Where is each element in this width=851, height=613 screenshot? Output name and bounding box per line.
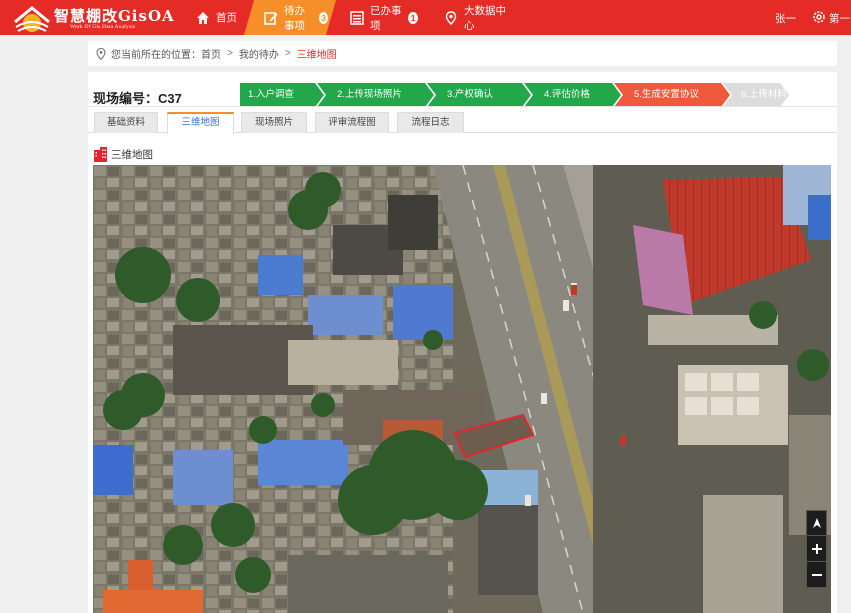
nav-bigdata[interactable]: 大数据中心 <box>424 0 524 35</box>
section-title: 三维地图 <box>111 149 153 161</box>
tab-3d-map[interactable]: 三维地图 <box>167 112 234 134</box>
todo-count-badge: 3 <box>319 12 328 24</box>
tab-bar: 基础资料 三维地图 现场照片 评审流程图 流程日志 <box>88 110 837 134</box>
done-count-badge: 1 <box>408 11 418 24</box>
top-bar: 智慧棚改GisOA Work Of Gis Data Analysis 首页 待… <box>0 0 851 35</box>
brand-title: 智慧棚改GisOA <box>54 7 175 25</box>
logo-icon <box>14 6 50 32</box>
breadcrumb-item-todo[interactable]: 我的待办 <box>239 46 279 61</box>
nav-home[interactable]: 首页 <box>176 0 248 35</box>
nav-home-label: 首页 <box>216 12 237 24</box>
edit-icon <box>264 11 278 25</box>
nav-todo[interactable]: 待办事项 3 <box>244 0 336 35</box>
aerial-map[interactable] <box>93 165 831 613</box>
aerial-imagery <box>93 165 831 613</box>
brand-subtitle: Work Of Gis Data Analysis <box>70 24 136 30</box>
page-title: 现场编号：C37 <box>93 91 182 106</box>
home-icon <box>196 11 210 25</box>
step-4[interactable]: 4.评估价格 <box>524 83 621 107</box>
location-pin-icon <box>96 47 106 60</box>
breadcrumb-prefix[interactable]: 您当前所在的位置：首页 <box>111 46 221 61</box>
nav-todo-label: 待办事项 <box>284 4 305 32</box>
tab-basic-info[interactable]: 基础资料 <box>94 112 158 133</box>
breadcrumb-separator: > <box>284 48 291 59</box>
step-1[interactable]: 1.入户调查 <box>240 83 324 107</box>
map-controls <box>806 510 827 588</box>
step-3[interactable]: 3.产权确认 <box>427 83 531 107</box>
divider <box>88 106 837 107</box>
main-card: 现场编号：C37 1.入户调查 2.上传现场照片 3.产权确认 4.评估价格 5… <box>88 72 837 613</box>
step-6[interactable]: 6.上传材料 <box>723 83 789 107</box>
nav-done-label: 已办事项 <box>370 4 402 32</box>
user-name[interactable]: 张一 <box>775 11 796 26</box>
gear-icon[interactable] <box>812 10 826 24</box>
step-2[interactable]: 2.上传现场照片 <box>317 83 434 107</box>
nav-bigdata-label: 大数据中心 <box>464 4 506 32</box>
nav-done[interactable]: 已办事项 1 <box>330 0 426 35</box>
zoom-out-icon[interactable] <box>806 562 827 588</box>
zoom-in-icon[interactable] <box>806 536 827 562</box>
tab-process-log[interactable]: 流程日志 <box>397 112 464 133</box>
breadcrumb-current: 三维地图 <box>296 50 337 61</box>
location-pin-icon <box>444 10 458 25</box>
tab-review-flow[interactable]: 评审流程图 <box>315 112 389 133</box>
breadcrumb-separator: > <box>227 48 233 59</box>
tab-site-photos[interactable]: 现场照片 <box>241 112 307 133</box>
section-header: 三维地图 <box>93 147 153 162</box>
compass-icon[interactable] <box>806 510 827 536</box>
step-5[interactable]: 5.生成安置协议 <box>614 83 730 107</box>
header-right-link[interactable]: 第一 <box>829 11 850 26</box>
breadcrumb: 您当前所在的位置：首页 > 我的待办 > 三维地图 <box>88 41 837 66</box>
list-icon <box>350 10 364 25</box>
building-icon <box>94 147 107 162</box>
